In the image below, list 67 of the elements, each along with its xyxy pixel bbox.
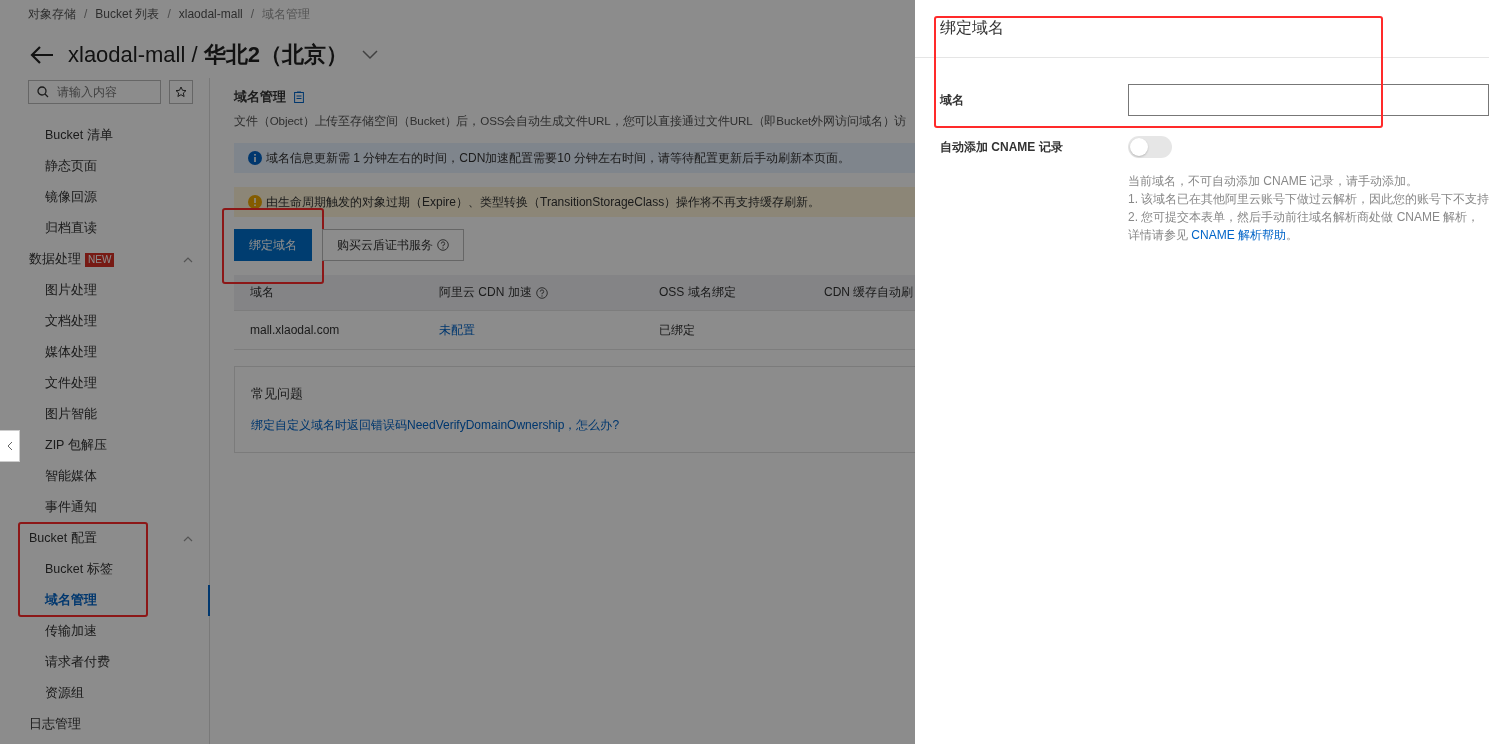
table-cell-text: mall.xlaodal.com xyxy=(249,323,341,337)
sidebar-item[interactable]: 资源组 xyxy=(0,678,209,709)
sidebar-group-label[interactable]: 日志管理 xyxy=(29,716,81,733)
breadcrumb-item[interactable]: Bucket 列表 xyxy=(95,5,160,23)
chevron-left-icon xyxy=(6,441,13,451)
collapse-handle[interactable] xyxy=(0,430,20,462)
search-field[interactable]: 请输入内容 xyxy=(28,80,161,104)
sidebar-item[interactable]: 归档直读 xyxy=(0,213,209,244)
clipboard-icon[interactable] xyxy=(294,91,304,103)
field-label: 域名 xyxy=(940,91,965,109)
dropdown-chevron-icon[interactable] xyxy=(361,50,378,60)
sidebar-item[interactable]: Bucket 标签 xyxy=(0,554,209,585)
sidebar-item[interactable]: 文档处理 xyxy=(0,306,209,337)
buy-certificate-button[interactable]: 购买云盾证书服务 xyxy=(322,229,464,261)
drawer-title: 绑定域名 xyxy=(940,19,1004,36)
sidebar-group-label[interactable]: 数据处理 xyxy=(29,251,81,268)
alert-text: 域名信息更新需 1 分钟左右的时间，CDN加速配置需要10 分钟左右时间，请等待配置更新后手动刷新本页面。 xyxy=(266,149,851,167)
table-cell-text: 已绑定 xyxy=(658,321,696,339)
bind-domain-button[interactable]: 绑定域名 xyxy=(234,229,312,261)
column-header: OSS 域名绑定 xyxy=(658,284,737,301)
info-icon xyxy=(248,151,262,165)
field-label: 自动添加 CNAME 记录 xyxy=(940,138,1064,156)
collapse-chevron-icon xyxy=(183,535,193,542)
collapse-chevron-icon xyxy=(183,256,193,263)
sidebar-item[interactable]: 传输加速 xyxy=(0,616,209,647)
sidebar-item[interactable]: 图片处理 xyxy=(0,275,209,306)
star-icon xyxy=(175,86,187,98)
section-title: 域名管理 xyxy=(234,88,286,106)
sidebar-item[interactable]: 域名管理 xyxy=(0,585,209,616)
column-header: 域名 xyxy=(249,284,275,301)
back-arrow-icon[interactable] xyxy=(30,46,54,64)
cname-toggle[interactable] xyxy=(1128,136,1172,158)
breadcrumb-separator: / xyxy=(250,7,255,21)
breadcrumb-separator: / xyxy=(84,7,88,21)
help-icon xyxy=(437,239,449,251)
sidebar-item[interactable]: 静态页面 xyxy=(0,151,209,182)
breadcrumb-item[interactable]: xlaodal-mall xyxy=(178,7,243,21)
help-text: 2. 您可提交本表单，然后手动前往域名解析商处做 CNAME 解析， xyxy=(1128,209,1481,226)
table-link[interactable]: 未配置 xyxy=(423,321,643,339)
cname-help-link[interactable]: CNAME 解析帮助 xyxy=(1191,228,1286,242)
favorite-button[interactable] xyxy=(169,80,193,104)
sidebar-item[interactable]: 镜像回源 xyxy=(0,182,209,213)
breadcrumb-item[interactable]: 对象存储 xyxy=(28,5,76,23)
sidebar-item[interactable]: Bucket 清单 xyxy=(0,120,209,151)
help-icon xyxy=(535,286,548,299)
sidebar-item[interactable]: 请求者付费 xyxy=(0,647,209,678)
description-text: 文件（Object）上传至存储空间（Bucket）后，OSS会自动生成文件URL，您可以直接通过文件URL（即Bucket外网访问域名）访 xyxy=(234,114,908,129)
faq-title: 常见问题 xyxy=(251,385,304,403)
search-icon xyxy=(37,86,49,98)
page-title: xlaodal-mall / 华北2（北京） xyxy=(68,41,348,69)
domain-input[interactable] xyxy=(1128,84,1489,116)
new-badge: NEW xyxy=(85,252,115,267)
search-input[interactable]: 请输入内容 xyxy=(57,85,137,99)
sidebar-group-label[interactable]: Bucket 配置 xyxy=(29,530,97,547)
help-text: 详情请参见 CNAME 解析帮助。 xyxy=(1128,227,1299,244)
column-header: CDN 缓存自动刷 xyxy=(823,284,915,301)
warning-icon xyxy=(248,195,262,209)
help-text: 1. 该域名已在其他阿里云账号下做过云解析，因此您的账号下不支持 xyxy=(1128,191,1489,208)
help-text: 当前域名，不可自动添加 CNAME 记录，请手动添加。 xyxy=(1128,173,1419,190)
sidebar-item[interactable]: 事件通知 xyxy=(0,492,209,523)
sidebar-item[interactable]: 媒体处理 xyxy=(0,337,209,368)
alert-text: 由生命周期触发的对象过期（Expire）、类型转换（TransitionStorageClass）操作将不再支持缓存刷新。 xyxy=(266,193,821,211)
faq-link[interactable]: 绑定自定义域名时返回错误码NeedVerifyDomainOwnership，怎么办? xyxy=(251,417,915,434)
column-header: 阿里云 CDN 加速 xyxy=(423,284,643,301)
breadcrumb-separator: / xyxy=(167,7,171,21)
sidebar-item[interactable]: 图片智能 xyxy=(0,399,209,430)
sidebar-item[interactable]: 文件处理 xyxy=(0,368,209,399)
